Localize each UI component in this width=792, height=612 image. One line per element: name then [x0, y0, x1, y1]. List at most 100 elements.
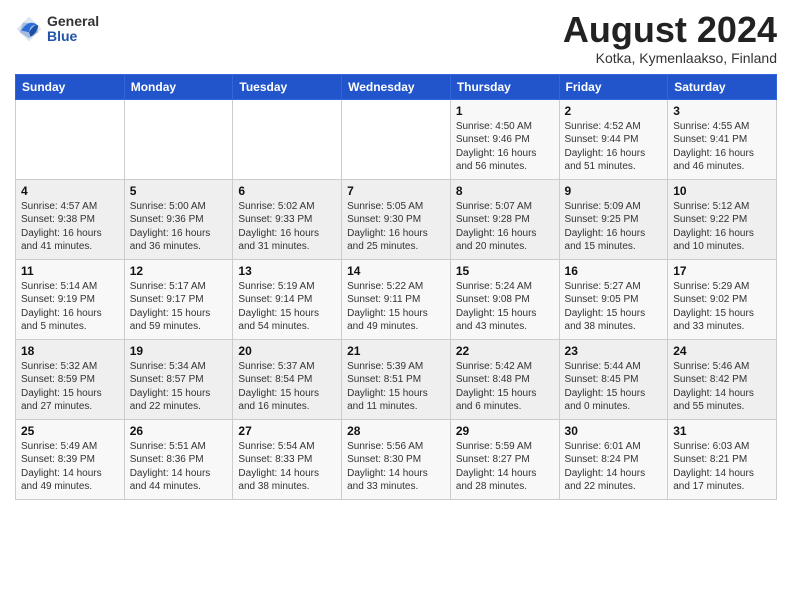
- day-info: Sunrise: 5:54 AMSunset: 8:33 PMDaylight:…: [238, 440, 336, 494]
- calendar-cell: 25 Sunrise: 5:49 AMSunset: 8:39 PMDayligh…: [16, 419, 125, 499]
- calendar-cell: 16 Sunrise: 5:27 AMSunset: 9:05 PMDayligh…: [559, 259, 668, 339]
- calendar-cell: 2 Sunrise: 4:52 AMSunset: 9:44 PMDaylight…: [559, 99, 668, 179]
- page-header: General Blue August 2024 Kotka, Kymenlaa…: [15, 10, 777, 66]
- calendar-week-2: 11Sunrise: 5:14 AMSunset: 9:19 PMDayligh…: [16, 259, 777, 339]
- day-number: 20: [238, 344, 336, 358]
- calendar-cell: 8 Sunrise: 5:07 AMSunset: 9:28 PMDaylight…: [450, 179, 559, 259]
- day-number: 7: [347, 184, 445, 198]
- day-number: 14: [347, 264, 445, 278]
- calendar-cell: [233, 99, 342, 179]
- calendar-cell: 3Sunrise: 4:55 AMSunset: 9:41 PMDaylight…: [668, 99, 777, 179]
- col-friday: Friday: [559, 74, 668, 99]
- day-number: 23: [565, 344, 663, 358]
- col-wednesday: Wednesday: [342, 74, 451, 99]
- day-info: Sunrise: 5:07 AMSunset: 9:28 PMDaylight:…: [456, 200, 554, 254]
- day-number: 12: [130, 264, 228, 278]
- col-tuesday: Tuesday: [233, 74, 342, 99]
- calendar-cell: 17 Sunrise: 5:29 AMSunset: 9:02 PMDayligh…: [668, 259, 777, 339]
- calendar-cell: 4Sunrise: 4:57 AMSunset: 9:38 PMDaylight…: [16, 179, 125, 259]
- day-info: Sunrise: 5:42 AMSunset: 8:48 PMDaylight:…: [456, 360, 554, 414]
- logo-general: General: [47, 14, 99, 29]
- day-info: Sunrise: 5:34 AMSunset: 8:57 PMDaylight:…: [130, 360, 228, 414]
- day-info: Sunrise: 6:03 AMSunset: 8:21 PMDaylight:…: [673, 440, 771, 494]
- day-number: 19: [130, 344, 228, 358]
- calendar-week-0: 1 Sunrise: 4:50 AMSunset: 9:46 PMDaylight…: [16, 99, 777, 179]
- calendar-cell: 21 Sunrise: 5:39 AMSunset: 8:51 PMDayligh…: [342, 339, 451, 419]
- day-number: 5: [130, 184, 228, 198]
- col-saturday: Saturday: [668, 74, 777, 99]
- day-info: Sunrise: 5:44 AMSunset: 8:45 PMDaylight:…: [565, 360, 663, 414]
- calendar-cell: [16, 99, 125, 179]
- day-number: 22: [456, 344, 554, 358]
- day-number: 25: [21, 424, 119, 438]
- calendar-cell: 15 Sunrise: 5:24 AMSunset: 9:08 PMDayligh…: [450, 259, 559, 339]
- day-number: 13: [238, 264, 336, 278]
- calendar-cell: 26Sunrise: 5:51 AMSunset: 8:36 PMDayligh…: [124, 419, 233, 499]
- calendar-cell: 30Sunrise: 6:01 AMSunset: 8:24 PMDayligh…: [559, 419, 668, 499]
- day-number: 2: [565, 104, 663, 118]
- day-number: 16: [565, 264, 663, 278]
- day-info: Sunrise: 4:57 AMSunset: 9:38 PMDaylight:…: [21, 200, 119, 254]
- day-number: 1: [456, 104, 554, 118]
- calendar-cell: 20 Sunrise: 5:37 AMSunset: 8:54 PMDayligh…: [233, 339, 342, 419]
- calendar-cell: 28Sunrise: 5:56 AMSunset: 8:30 PMDayligh…: [342, 419, 451, 499]
- col-sunday: Sunday: [16, 74, 125, 99]
- day-number: 29: [456, 424, 554, 438]
- day-info: Sunrise: 5:05 AMSunset: 9:30 PMDaylight:…: [347, 200, 445, 254]
- day-info: Sunrise: 5:49 AMSunset: 8:39 PMDaylight:…: [21, 440, 119, 494]
- day-info: Sunrise: 4:52 AMSunset: 9:44 PMDaylight:…: [565, 120, 663, 174]
- day-info: Sunrise: 5:37 AMSunset: 8:54 PMDaylight:…: [238, 360, 336, 414]
- calendar-header-row: Sunday Monday Tuesday Wednesday Thursday…: [16, 74, 777, 99]
- day-info: Sunrise: 5:39 AMSunset: 8:51 PMDaylight:…: [347, 360, 445, 414]
- day-info: Sunrise: 5:59 AMSunset: 8:27 PMDaylight:…: [456, 440, 554, 494]
- calendar-cell: 24 Sunrise: 5:46 AMSunset: 8:42 PMDayligh…: [668, 339, 777, 419]
- title-block: August 2024 Kotka, Kymenlaakso, Finland: [563, 10, 777, 66]
- day-info: Sunrise: 4:55 AMSunset: 9:41 PMDaylight:…: [673, 120, 771, 174]
- day-info: Sunrise: 5:24 AMSunset: 9:08 PMDaylight:…: [456, 280, 554, 334]
- calendar-week-4: 25 Sunrise: 5:49 AMSunset: 8:39 PMDayligh…: [16, 419, 777, 499]
- day-info: Sunrise: 5:19 AMSunset: 9:14 PMDaylight:…: [238, 280, 336, 334]
- col-thursday: Thursday: [450, 74, 559, 99]
- day-number: 17: [673, 264, 771, 278]
- calendar-cell: 9 Sunrise: 5:09 AMSunset: 9:25 PMDaylight…: [559, 179, 668, 259]
- day-info: Sunrise: 5:46 AMSunset: 8:42 PMDaylight:…: [673, 360, 771, 414]
- day-info: Sunrise: 5:29 AMSunset: 9:02 PMDaylight:…: [673, 280, 771, 334]
- calendar-cell: 6 Sunrise: 5:02 AMSunset: 9:33 PMDaylight…: [233, 179, 342, 259]
- calendar-cell: 12 Sunrise: 5:17 AMSunset: 9:17 PMDayligh…: [124, 259, 233, 339]
- day-info: Sunrise: 5:22 AMSunset: 9:11 PMDaylight:…: [347, 280, 445, 334]
- calendar-week-1: 4Sunrise: 4:57 AMSunset: 9:38 PMDaylight…: [16, 179, 777, 259]
- day-info: Sunrise: 5:02 AMSunset: 9:33 PMDaylight:…: [238, 200, 336, 254]
- day-info: Sunrise: 5:27 AMSunset: 9:05 PMDaylight:…: [565, 280, 663, 334]
- day-info: Sunrise: 5:17 AMSunset: 9:17 PMDaylight:…: [130, 280, 228, 334]
- day-number: 6: [238, 184, 336, 198]
- calendar-cell: 19 Sunrise: 5:34 AMSunset: 8:57 PMDayligh…: [124, 339, 233, 419]
- calendar: Sunday Monday Tuesday Wednesday Thursday…: [15, 74, 777, 500]
- day-number: 15: [456, 264, 554, 278]
- day-number: 10: [673, 184, 771, 198]
- calendar-cell: 11Sunrise: 5:14 AMSunset: 9:19 PMDayligh…: [16, 259, 125, 339]
- day-number: 27: [238, 424, 336, 438]
- day-number: 9: [565, 184, 663, 198]
- day-info: Sunrise: 5:09 AMSunset: 9:25 PMDaylight:…: [565, 200, 663, 254]
- calendar-cell: [124, 99, 233, 179]
- calendar-cell: [342, 99, 451, 179]
- calendar-cell: 10Sunrise: 5:12 AMSunset: 9:22 PMDayligh…: [668, 179, 777, 259]
- logo: General Blue: [15, 14, 99, 45]
- calendar-cell: 13 Sunrise: 5:19 AMSunset: 9:14 PMDayligh…: [233, 259, 342, 339]
- logo-text: General Blue: [47, 14, 99, 45]
- calendar-cell: 27 Sunrise: 5:54 AMSunset: 8:33 PMDayligh…: [233, 419, 342, 499]
- day-number: 21: [347, 344, 445, 358]
- calendar-cell: 18 Sunrise: 5:32 AMSunset: 8:59 PMDayligh…: [16, 339, 125, 419]
- calendar-cell: 22 Sunrise: 5:42 AMSunset: 8:48 PMDayligh…: [450, 339, 559, 419]
- month-year: August 2024: [563, 10, 777, 50]
- day-number: 31: [673, 424, 771, 438]
- day-info: Sunrise: 5:32 AMSunset: 8:59 PMDaylight:…: [21, 360, 119, 414]
- day-info: Sunrise: 5:51 AMSunset: 8:36 PMDaylight:…: [130, 440, 228, 494]
- day-number: 8: [456, 184, 554, 198]
- day-number: 18: [21, 344, 119, 358]
- calendar-cell: 23 Sunrise: 5:44 AMSunset: 8:45 PMDayligh…: [559, 339, 668, 419]
- day-info: Sunrise: 6:01 AMSunset: 8:24 PMDaylight:…: [565, 440, 663, 494]
- day-info: Sunrise: 4:50 AMSunset: 9:46 PMDaylight:…: [456, 120, 554, 174]
- day-info: Sunrise: 5:00 AMSunset: 9:36 PMDaylight:…: [130, 200, 228, 254]
- day-number: 24: [673, 344, 771, 358]
